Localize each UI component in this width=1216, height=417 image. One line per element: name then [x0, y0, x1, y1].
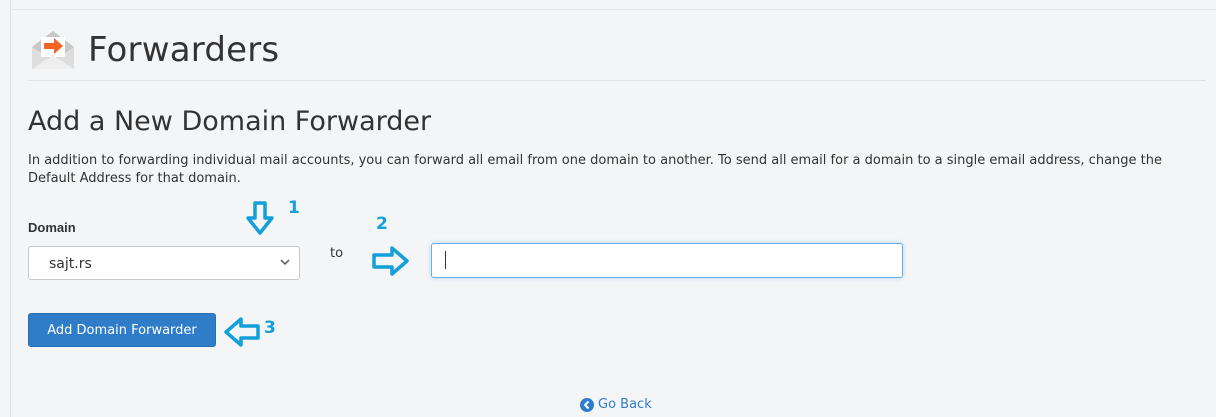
to-label: to [330, 246, 344, 261]
page-header: Forwarders [28, 22, 279, 78]
forward-target-input[interactable] [431, 243, 903, 278]
page-title: Forwarders [88, 30, 280, 70]
section-title: Add a New Domain Forwarder [28, 106, 432, 137]
header-divider [28, 80, 1206, 81]
text-cursor [445, 251, 446, 269]
arrow-right-icon [372, 246, 409, 276]
chevron-down-icon [280, 259, 290, 266]
annotation-number-3: 3 [264, 318, 276, 338]
section-description: In addition to forwarding individual mai… [28, 153, 1162, 186]
page-top-border [10, 9, 1216, 10]
add-domain-forwarder-button[interactable]: Add Domain Forwarder [28, 313, 216, 347]
go-back-link[interactable]: Go Back [580, 397, 652, 412]
domain-label: Domain [28, 220, 76, 235]
envelope-forward-icon [32, 31, 74, 69]
domain-select-value: sajt.rs [49, 256, 92, 272]
annotation-number-1: 1 [288, 198, 300, 218]
domain-select[interactable]: sajt.rs [28, 246, 300, 280]
circle-arrow-left-icon [580, 397, 594, 412]
annotation-number-2: 2 [376, 214, 388, 234]
go-back-label: Go Back [598, 397, 652, 412]
arrow-down-icon [246, 201, 274, 235]
arrow-left-icon [224, 317, 260, 347]
page-left-border [10, 0, 11, 417]
